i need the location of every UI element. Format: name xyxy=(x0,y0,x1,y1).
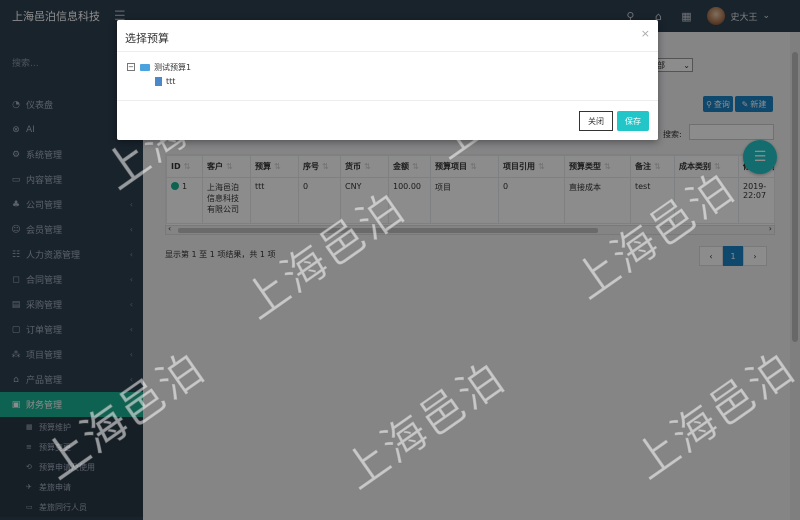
folder-open-icon xyxy=(140,63,150,71)
tree-node-root[interactable]: − 测试预算1 xyxy=(127,60,648,74)
select-budget-dialog: 选择预算 × − 测试预算1 ttt 关闭 保存 xyxy=(117,20,658,140)
save-button[interactable]: 保存 xyxy=(617,111,649,131)
close-icon[interactable]: × xyxy=(641,27,650,40)
collapse-icon[interactable]: − xyxy=(127,63,135,71)
dialog-footer: 关闭 保存 xyxy=(117,100,658,140)
file-icon xyxy=(155,76,162,86)
tree-node-child-label[interactable]: ttt xyxy=(166,77,175,86)
dialog-title: 选择预算 xyxy=(125,32,169,45)
dialog-header: 选择预算 × xyxy=(117,20,658,52)
budget-tree: − 测试预算1 ttt xyxy=(117,52,658,96)
close-button[interactable]: 关闭 xyxy=(579,111,613,131)
tree-node-root-label[interactable]: 测试预算1 xyxy=(154,62,191,73)
tree-node-child[interactable]: ttt xyxy=(127,74,648,88)
